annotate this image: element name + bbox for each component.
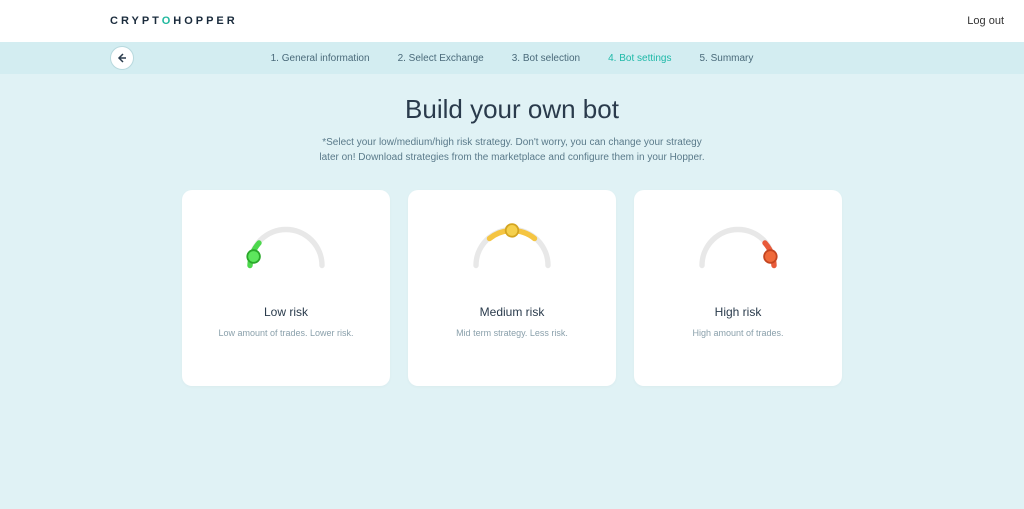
main-content: Build your own bot *Select your low/medi… — [0, 74, 1024, 509]
gauge-high-icon — [693, 220, 783, 275]
wizard-steps: 1. General information 2. Select Exchang… — [271, 53, 754, 64]
card-high-risk[interactable]: High risk High amount of trades. — [634, 190, 842, 386]
card-desc: Low amount of trades. Lower risk. — [218, 327, 353, 341]
page-subtitle: *Select your low/medium/high risk strate… — [312, 135, 712, 165]
card-desc: Mid term strategy. Less risk. — [456, 327, 568, 341]
card-low-risk[interactable]: Low risk Low amount of trades. Lower ris… — [182, 190, 390, 386]
arrow-left-icon — [117, 53, 127, 63]
gauge-medium-icon — [467, 220, 557, 275]
step-select-exchange[interactable]: 2. Select Exchange — [398, 53, 484, 64]
step-bot-settings[interactable]: 4. Bot settings — [608, 53, 671, 64]
risk-cards: Low risk Low amount of trades. Lower ris… — [0, 190, 1024, 386]
page-title: Build your own bot — [0, 94, 1024, 125]
logo: CRYPTOHOPPER — [110, 15, 238, 27]
step-summary[interactable]: 5. Summary — [699, 53, 753, 64]
back-button[interactable] — [110, 46, 134, 70]
card-title: Low risk — [264, 305, 308, 319]
logout-link[interactable]: Log out — [967, 15, 1004, 27]
card-title: Medium risk — [480, 305, 545, 319]
step-bar: 1. General information 2. Select Exchang… — [0, 42, 1024, 74]
step-general-info[interactable]: 1. General information — [271, 53, 370, 64]
topbar: CRYPTOHOPPER Log out — [0, 0, 1024, 42]
card-medium-risk[interactable]: Medium risk Mid term strategy. Less risk… — [408, 190, 616, 386]
gauge-low-icon — [241, 220, 331, 275]
card-title: High risk — [715, 305, 762, 319]
step-bot-selection[interactable]: 3. Bot selection — [512, 53, 580, 64]
card-desc: High amount of trades. — [692, 327, 783, 341]
